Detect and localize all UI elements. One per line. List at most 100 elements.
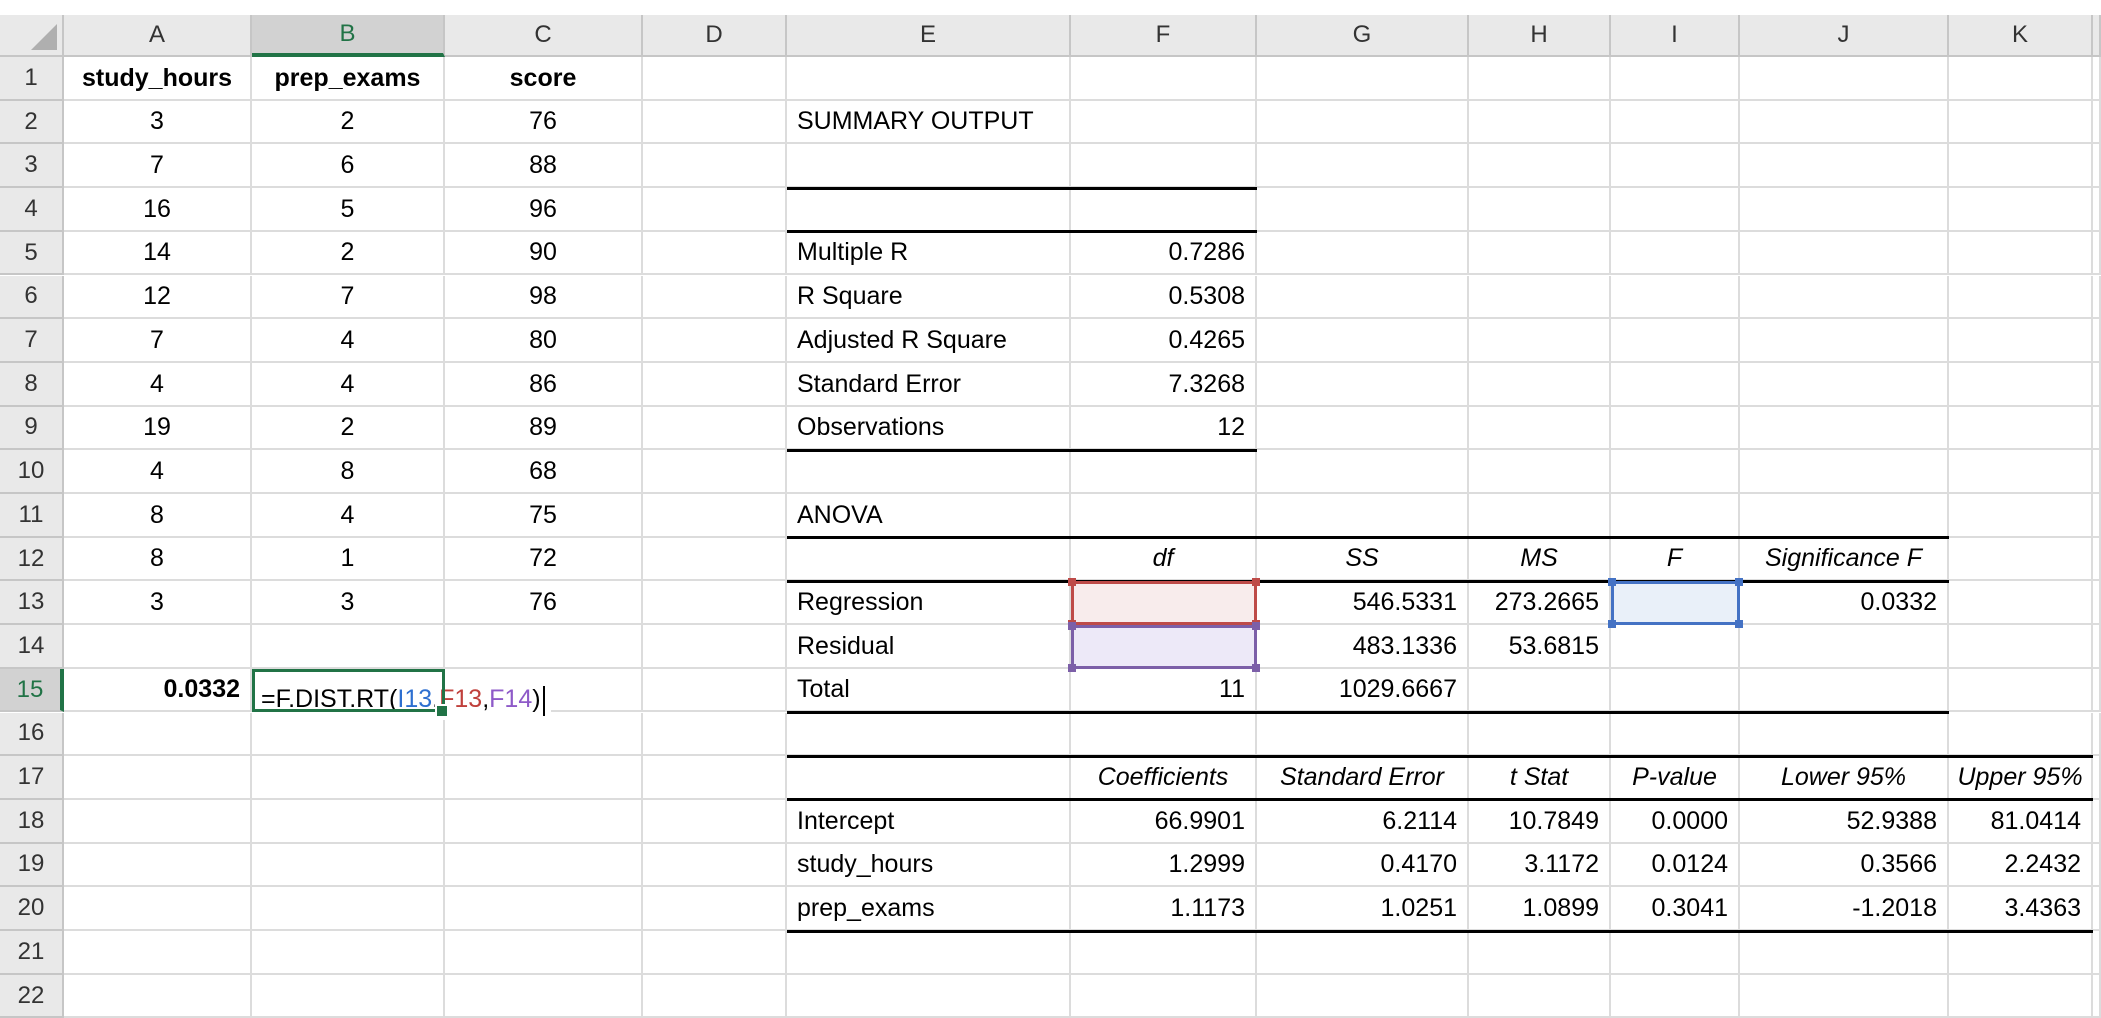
cell-K21[interactable] xyxy=(1949,931,2093,975)
cell-D3[interactable] xyxy=(643,144,787,188)
cell-D7[interactable] xyxy=(643,319,787,363)
cell-J15[interactable] xyxy=(1740,669,1949,713)
cell-I16[interactable] xyxy=(1611,713,1740,757)
cell-overflow-4[interactable] xyxy=(2093,188,2101,232)
column-header-J[interactable]: J xyxy=(1740,15,1949,57)
cell-H12[interactable]: MS xyxy=(1469,538,1611,582)
cell-overflow-22[interactable] xyxy=(2093,975,2101,1018)
cell-E12[interactable] xyxy=(787,538,1071,582)
cell-D11[interactable] xyxy=(643,494,787,538)
cell-G21[interactable] xyxy=(1257,931,1469,975)
cell-F7[interactable]: 0.4265 xyxy=(1071,319,1257,363)
cell-D14[interactable] xyxy=(643,625,787,669)
cell-D5[interactable] xyxy=(643,232,787,276)
cell-D10[interactable] xyxy=(643,450,787,494)
cell-C8[interactable]: 86 xyxy=(445,363,643,407)
cell-H2[interactable] xyxy=(1469,101,1611,145)
cell-I11[interactable] xyxy=(1611,494,1740,538)
row-header-9[interactable]: 9 xyxy=(0,407,64,451)
cell-A21[interactable] xyxy=(64,931,252,975)
cell-A8[interactable]: 4 xyxy=(64,363,252,407)
cell-J8[interactable] xyxy=(1740,363,1949,407)
cell-C6[interactable]: 98 xyxy=(445,276,643,320)
cell-K16[interactable] xyxy=(1949,713,2093,757)
cell-J11[interactable] xyxy=(1740,494,1949,538)
cell-B13[interactable]: 3 xyxy=(252,581,445,625)
cell-H19[interactable]: 3.1172 xyxy=(1469,844,1611,888)
cell-A20[interactable] xyxy=(64,887,252,931)
cell-I9[interactable] xyxy=(1611,407,1740,451)
cell-I17[interactable]: P-value xyxy=(1611,756,1740,800)
cell-C21[interactable] xyxy=(445,931,643,975)
cell-G9[interactable] xyxy=(1257,407,1469,451)
cell-B21[interactable] xyxy=(252,931,445,975)
cell-C19[interactable] xyxy=(445,844,643,888)
cell-D9[interactable] xyxy=(643,407,787,451)
cell-K22[interactable] xyxy=(1949,975,2093,1018)
cell-F18[interactable]: 66.9901 xyxy=(1071,800,1257,844)
cell-B18[interactable] xyxy=(252,800,445,844)
cell-F6[interactable]: 0.5308 xyxy=(1071,276,1257,320)
cell-G12[interactable]: SS xyxy=(1257,538,1469,582)
cell-K9[interactable] xyxy=(1949,407,2093,451)
cell-H6[interactable] xyxy=(1469,276,1611,320)
cell-A18[interactable] xyxy=(64,800,252,844)
cell-C12[interactable]: 72 xyxy=(445,538,643,582)
cell-K1[interactable] xyxy=(1949,57,2093,101)
cell-F4[interactable] xyxy=(1071,188,1257,232)
cell-A11[interactable]: 8 xyxy=(64,494,252,538)
row-header-4[interactable]: 4 xyxy=(0,188,64,232)
cell-E6[interactable]: R Square xyxy=(787,276,1071,320)
cell-H16[interactable] xyxy=(1469,713,1611,757)
cell-B19[interactable] xyxy=(252,844,445,888)
cell-C22[interactable] xyxy=(445,975,643,1018)
cell-I4[interactable] xyxy=(1611,188,1740,232)
cell-E15[interactable]: Total xyxy=(787,669,1071,713)
cell-H9[interactable] xyxy=(1469,407,1611,451)
cell-D6[interactable] xyxy=(643,276,787,320)
cell-D12[interactable] xyxy=(643,538,787,582)
cell-A5[interactable]: 14 xyxy=(64,232,252,276)
cell-D15[interactable] xyxy=(643,669,787,713)
column-header-G[interactable]: G xyxy=(1257,15,1469,57)
cell-C9[interactable]: 89 xyxy=(445,407,643,451)
cell-overflow-9[interactable] xyxy=(2093,407,2101,451)
row-header-15[interactable]: 15 xyxy=(0,669,64,713)
cell-overflow-6[interactable] xyxy=(2093,276,2101,320)
cell-K3[interactable] xyxy=(1949,144,2093,188)
cell-I12[interactable]: F xyxy=(1611,538,1740,582)
cell-E17[interactable] xyxy=(787,756,1071,800)
row-header-6[interactable]: 6 xyxy=(0,276,64,320)
cell-G19[interactable]: 0.4170 xyxy=(1257,844,1469,888)
cell-B10[interactable]: 8 xyxy=(252,450,445,494)
cell-K15[interactable] xyxy=(1949,669,2093,713)
cell-F20[interactable]: 1.1173 xyxy=(1071,887,1257,931)
cell-I7[interactable] xyxy=(1611,319,1740,363)
cell-F11[interactable] xyxy=(1071,494,1257,538)
cell-F3[interactable] xyxy=(1071,144,1257,188)
cell-J4[interactable] xyxy=(1740,188,1949,232)
cell-K13[interactable] xyxy=(1949,581,2093,625)
cell-B2[interactable]: 2 xyxy=(252,101,445,145)
cell-D20[interactable] xyxy=(643,887,787,931)
cell-G3[interactable] xyxy=(1257,144,1469,188)
cell-E5[interactable]: Multiple R xyxy=(787,232,1071,276)
cell-B22[interactable] xyxy=(252,975,445,1018)
cell-F12[interactable]: df xyxy=(1071,538,1257,582)
cell-G22[interactable] xyxy=(1257,975,1469,1018)
cell-E14[interactable]: Residual xyxy=(787,625,1071,669)
cell-A3[interactable]: 7 xyxy=(64,144,252,188)
cell-H13[interactable]: 273.2665 xyxy=(1469,581,1611,625)
cell-E20[interactable]: prep_exams xyxy=(787,887,1071,931)
cell-E2[interactable]: SUMMARY OUTPUT xyxy=(787,101,1071,145)
cell-K4[interactable] xyxy=(1949,188,2093,232)
cell-D19[interactable] xyxy=(643,844,787,888)
cell-I1[interactable] xyxy=(1611,57,1740,101)
formula-edit-cell-B15[interactable]: =F.DIST.RT(I13, F13, F14) xyxy=(252,669,445,713)
cell-H7[interactable] xyxy=(1469,319,1611,363)
cell-C1[interactable]: score xyxy=(445,57,643,101)
cell-I3[interactable] xyxy=(1611,144,1740,188)
cell-I21[interactable] xyxy=(1611,931,1740,975)
cell-overflow-2[interactable] xyxy=(2093,101,2101,145)
cell-B17[interactable] xyxy=(252,756,445,800)
